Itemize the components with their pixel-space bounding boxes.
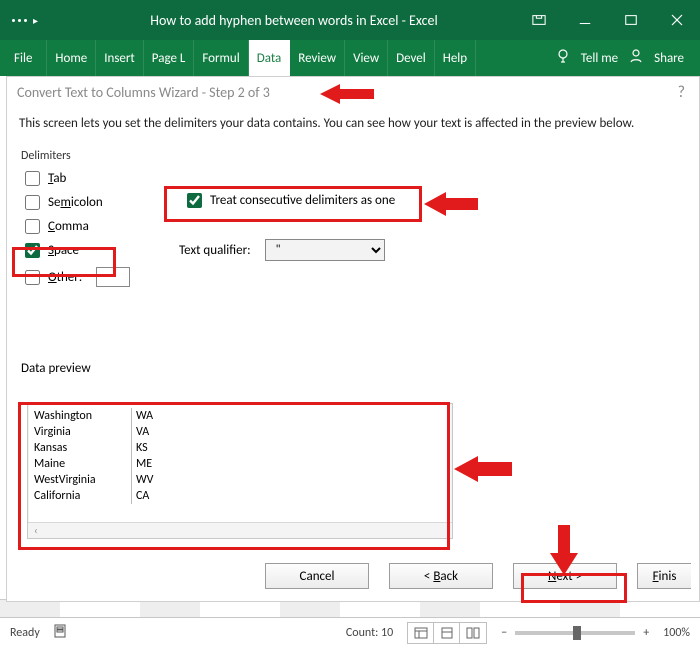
status-bar: Ready Count: 10 − + 100% xyxy=(0,617,700,647)
more-icon xyxy=(12,19,27,22)
preview-cell: WA xyxy=(136,408,176,424)
delimiter-comma[interactable]: Comma xyxy=(25,219,151,234)
preview-cell: VA xyxy=(136,424,176,440)
preview-cell: KS xyxy=(136,440,176,456)
window-titlebar: ▸ How to add hyphen between words in Exc… xyxy=(0,0,700,40)
treat-consecutive[interactable]: Treat consecutive delimiters as one xyxy=(179,193,395,208)
share-icon xyxy=(628,48,644,68)
dialog-instruction: This screen lets you set the delimiters … xyxy=(7,108,699,145)
delimiter-semicolon[interactable]: Semicolon xyxy=(25,195,151,210)
status-count: Count: 10 xyxy=(346,626,393,640)
view-pagebreak-icon[interactable] xyxy=(460,623,486,643)
preview-cell: WestVirginia xyxy=(34,472,131,488)
zoom-thumb[interactable] xyxy=(573,626,581,640)
preview-column-2: WA VA KS ME WV CA xyxy=(132,408,176,504)
zoom-slider[interactable]: − + xyxy=(501,626,649,640)
scroll-left-icon: ‹ xyxy=(34,524,38,537)
preview-column-1: Washington Virginia Kansas Maine WestVir… xyxy=(34,408,132,504)
view-switcher[interactable] xyxy=(407,622,487,644)
tab-file[interactable]: File xyxy=(0,40,47,76)
preview-cell: Virginia xyxy=(34,424,131,440)
preview-cell: Maine xyxy=(34,456,131,472)
view-pagelayout-icon[interactable] xyxy=(434,623,460,643)
preview-horizontal-scrollbar[interactable]: ‹ xyxy=(28,522,452,538)
text-qualifier-row: Text qualifier: " xyxy=(179,239,385,261)
zoom-out-icon[interactable]: − xyxy=(501,626,507,640)
back-button[interactable]: < Back xyxy=(389,563,493,589)
dialog-button-row: Cancel < Back Next > Finis xyxy=(7,563,699,589)
delimiter-tab-checkbox[interactable] xyxy=(25,171,40,186)
data-preview-label: Data preview xyxy=(21,361,91,376)
tab-home[interactable]: Home xyxy=(47,40,96,76)
close-button[interactable] xyxy=(654,0,700,40)
tab-view[interactable]: View xyxy=(345,40,388,76)
tab-help[interactable]: Help xyxy=(435,40,476,76)
zoom-percentage[interactable]: 100% xyxy=(663,626,690,640)
preview-cell: WV xyxy=(136,472,176,488)
chevron-right-icon: ▸ xyxy=(33,14,38,27)
preview-cell: California xyxy=(34,488,131,504)
minimize-button[interactable] xyxy=(562,0,608,40)
window-controls xyxy=(516,0,700,40)
maximize-button[interactable] xyxy=(608,0,654,40)
dialog-title: Convert Text to Columns Wizard - Step 2 … xyxy=(17,84,270,101)
delimiter-other[interactable]: Other: xyxy=(25,267,151,287)
tab-formulas[interactable]: Formul xyxy=(194,40,248,76)
quick-access[interactable]: ▸ xyxy=(0,14,72,27)
data-preview-box: Washington Virginia Kansas Maine WestVir… xyxy=(27,403,453,539)
dialog-help-button[interactable]: ? xyxy=(678,83,685,102)
delimiters-legend: Delimiters xyxy=(21,149,151,163)
ribbon-tabs: File Home Insert Page L Formul Data Revi… xyxy=(0,40,700,76)
view-normal-icon[interactable] xyxy=(408,623,434,643)
delimiter-other-checkbox[interactable] xyxy=(25,270,40,285)
preview-cell: CA xyxy=(136,488,176,504)
delimiter-other-input[interactable] xyxy=(96,267,130,287)
macro-record-icon[interactable] xyxy=(54,624,70,642)
delimiter-tab[interactable]: Tab xyxy=(25,171,151,186)
tab-review[interactable]: Review xyxy=(290,40,345,76)
delimiters-group: Delimiters Tab Semicolon Comma Space Oth… xyxy=(21,149,151,296)
window-title: How to add hyphen between words in Excel… xyxy=(72,12,516,29)
next-button[interactable]: Next > xyxy=(513,563,617,589)
lightbulb-icon xyxy=(555,48,571,68)
tab-pagelayout[interactable]: Page L xyxy=(144,40,195,76)
delimiter-semicolon-checkbox[interactable] xyxy=(25,195,40,210)
share-button[interactable]: Share xyxy=(654,51,684,66)
text-qualifier-label: Text qualifier: xyxy=(179,243,251,258)
tell-me[interactable]: Tell me xyxy=(581,51,618,66)
text-to-columns-dialog: Convert Text to Columns Wizard - Step 2 … xyxy=(6,76,700,602)
tab-developer[interactable]: Devel xyxy=(388,40,435,76)
delimiter-comma-checkbox[interactable] xyxy=(25,219,40,234)
zoom-track[interactable] xyxy=(515,631,635,635)
preview-cell: Washington xyxy=(34,408,131,424)
finish-button[interactable]: Finis xyxy=(637,563,691,589)
zoom-in-icon[interactable]: + xyxy=(643,626,649,640)
tab-insert[interactable]: Insert xyxy=(96,40,144,76)
delimiter-space[interactable]: Space xyxy=(25,243,151,258)
cancel-button[interactable]: Cancel xyxy=(265,563,369,589)
tab-data[interactable]: Data xyxy=(249,40,291,76)
delimiter-space-checkbox[interactable] xyxy=(25,243,40,258)
ribbon-display-button[interactable] xyxy=(516,0,562,40)
status-ready: Ready xyxy=(10,626,40,640)
text-qualifier-select[interactable]: " xyxy=(265,239,385,261)
treat-consecutive-checkbox[interactable] xyxy=(187,193,202,208)
preview-cell: Kansas xyxy=(34,440,131,456)
preview-cell: ME xyxy=(136,456,176,472)
